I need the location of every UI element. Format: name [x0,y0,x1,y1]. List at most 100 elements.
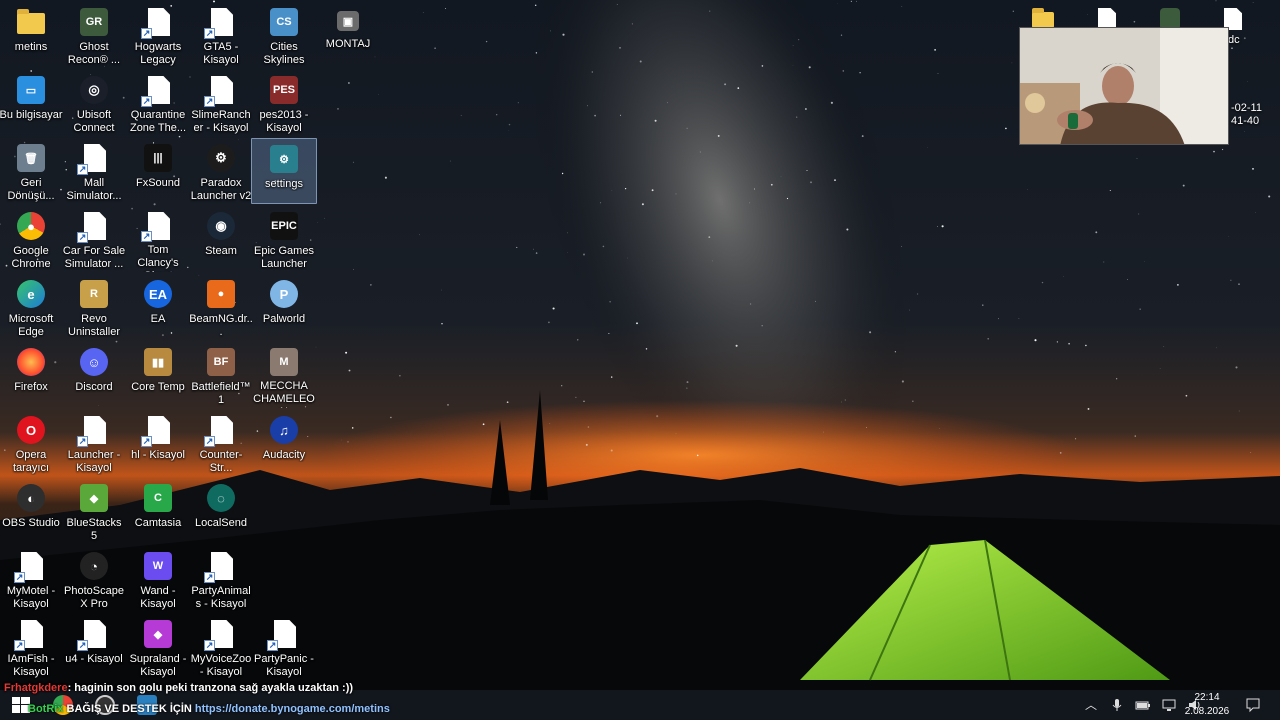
desktop-icon-battlefield[interactable]: BF Battlefield™ 1 [188,342,254,408]
icon-label: FxSound [135,177,181,189]
star [1163,346,1165,347]
desktop-icon-ubisoft[interactable]: ◎ Ubisoft Connect [61,70,127,136]
desktop-icon-camtasia[interactable]: C Camtasia [125,478,191,544]
star [846,228,849,231]
desktop-icon-quarantine[interactable]: ↗ Quarantine Zone The... [125,70,191,136]
desktop-icon-mall[interactable]: ↗ Mall Simulator... [61,138,127,204]
star [842,70,845,72]
desktop-icon-epic[interactable]: EPIC Epic Games Launcher [251,206,317,272]
desktop-icon-carforsale[interactable]: ↗ Car For Sale Simulator ... [61,206,127,272]
desktop-icon-wand[interactable]: W Wand - Kisayol [125,546,191,612]
desktop-icon-metins[interactable]: metins [0,2,64,68]
star [1252,168,1254,170]
star [686,127,688,129]
star [982,304,984,306]
notification-area [1240,690,1266,720]
shortcut-arrow-icon: ↗ [204,572,215,583]
star [1230,279,1232,281]
desktop-icon-mymotel[interactable]: ↗ MyMotel - Kisayol [0,546,64,612]
desktop-icon-revo[interactable]: R Revo Uninstaller [61,274,127,340]
desktop-icon-cities[interactable]: CS Cities Skylines [251,2,317,68]
star [1059,452,1062,454]
icon-graphic: ▣ [335,9,361,35]
desktop-icon-myvoicezoo[interactable]: ↗ MyVoiceZoo - Kisayol [188,614,254,680]
icon-graphic: EPIC [268,210,300,242]
desktop-icon[interactable] [1032,2,1058,30]
desktop-icon-chrome[interactable]: ● Google Chrome [0,206,64,272]
icon-label: LocalSend [195,517,247,529]
star [619,47,621,49]
desktop-icon-gta5[interactable]: ↗ GTA5 - Kisayol [188,2,254,68]
desktop-icon-launcher[interactable]: ↗ Launcher - Kisayol [61,410,127,476]
desktop-icon-hogwarts[interactable]: ↗ Hogwarts Legacy [125,2,191,68]
desktop-icon-palworld[interactable]: P Palworld [251,274,317,340]
desktop-icon-beamng[interactable]: ● BeamNG.dr... [188,274,254,340]
star [583,400,585,403]
star [1238,283,1240,285]
bluestacks-icon: ◆ [80,484,108,512]
shortcut-arrow-icon: ↗ [204,640,215,651]
desktop-icon-iamfish[interactable]: ↗ IAmFish - Kisayol [0,614,64,680]
icon-graphic: ◆ [78,482,110,514]
desktop-icon-fxsound[interactable]: ||| FxSound [125,138,191,204]
star [548,321,550,324]
star [582,253,586,256]
star [482,423,485,426]
desktop-icon-pes2013[interactable]: PES pes2013 - Kisayol [251,70,317,136]
network-icon[interactable] [1161,697,1177,713]
star [901,380,904,383]
obs-studio-icon: ◐ [17,484,45,512]
star [1159,368,1161,369]
desktop-icon-u4[interactable]: ↗ u4 - Kisayol [61,614,127,680]
desktop-icon-settings[interactable]: ⚙ settings [251,138,317,204]
star [834,179,836,181]
folder-icon [17,9,45,34]
desktop-icon-audacity[interactable]: ♫ Audacity [251,410,317,476]
desktop-icon-hl[interactable]: ↗ hl - Kisayol [125,410,191,476]
star [1134,435,1136,437]
icon-label: Launcher - Kisayol [67,449,121,474]
desktop-icon-ea[interactable]: EA EA [125,274,191,340]
taskbar-clock[interactable]: 22:14 2.08.2026 [1182,690,1232,720]
webcam-feed [1020,28,1228,144]
desktop-icon-meccha[interactable]: M MECCHA CHAMELEON [251,342,317,408]
desktop-icon-steam[interactable]: ◉ Steam [188,206,254,272]
desktop-icon-paradox[interactable]: ⚙ Paradox Launcher v2 [188,138,254,204]
desktop-icon-thispc[interactable]: ▭ Bu bilgisayar [0,70,64,136]
desktop-icon[interactable] [1160,2,1186,30]
desktop-icon-bluestacks[interactable]: ◆ BlueStacks 5 [61,478,127,544]
chrome-icon: ● [17,212,45,240]
desktop-icon-supraland[interactable]: ◆ Supraland - Kisayol [125,614,191,680]
icon-label-line: 41-40 [1231,115,1260,127]
desktop-icon-recycle[interactable]: 🗑 Geri Dönüşü... [0,138,64,204]
desktop-icon-localsend[interactable]: ◌ LocalSend [188,478,254,544]
desktop-icon-slimerancher[interactable]: ↗ SlimeRancher - Kisayol [188,70,254,136]
battery-icon[interactable] [1135,697,1151,713]
shortcut-arrow-icon: ↗ [141,96,152,107]
star [352,161,354,163]
desktop-icon-counterstrike[interactable]: ↗ Counter-Str... [188,410,254,476]
desktop-icon-edge[interactable]: e Microsoft Edge [0,274,64,340]
notification-icon[interactable] [1245,697,1261,713]
icon-label: Bu bilgisayar [0,109,63,121]
chevron-up-icon[interactable]: ︿ [1083,697,1099,713]
desktop-icon[interactable] [1098,2,1124,30]
desktop-icon-coretemp[interactable]: ▮▮ Core Temp [125,342,191,408]
desktop-icon-partypanic[interactable]: ↗ PartyPanic - Kisayol [251,614,317,680]
desktop-icon-firefox[interactable]: Firefox [0,342,64,408]
desktop-icon-montaj[interactable]: ▣ MONTAJ [315,2,381,68]
star [937,225,938,227]
desktop-icon-opera[interactable]: O Opera tarayıcı [0,410,64,476]
desktop-icon-tomclancy[interactable]: ↗ Tom Clancy's Ghost Reco... [125,206,191,272]
desktop-icon-ghostrecon[interactable]: GR Ghost Recon® ... [61,2,127,68]
microphone-icon[interactable] [1109,697,1125,713]
donate-link[interactable]: https://donate.bynogame.com/metins [195,703,390,715]
star [699,151,701,153]
desktop-icon-obs[interactable]: ◐ OBS Studio [0,478,64,544]
star [347,441,349,443]
icon-graphic: CS [268,6,300,38]
desktop-icon-partyanimals[interactable]: ↗ PartyAnimals - Kisayol [188,546,254,612]
desktop-icon-discord[interactable]: ☺ Discord [61,342,127,408]
icon-label: Microsoft Edge [8,313,54,338]
desktop-icon-photoscape[interactable]: ◔ PhotoScape X Pro [61,546,127,612]
